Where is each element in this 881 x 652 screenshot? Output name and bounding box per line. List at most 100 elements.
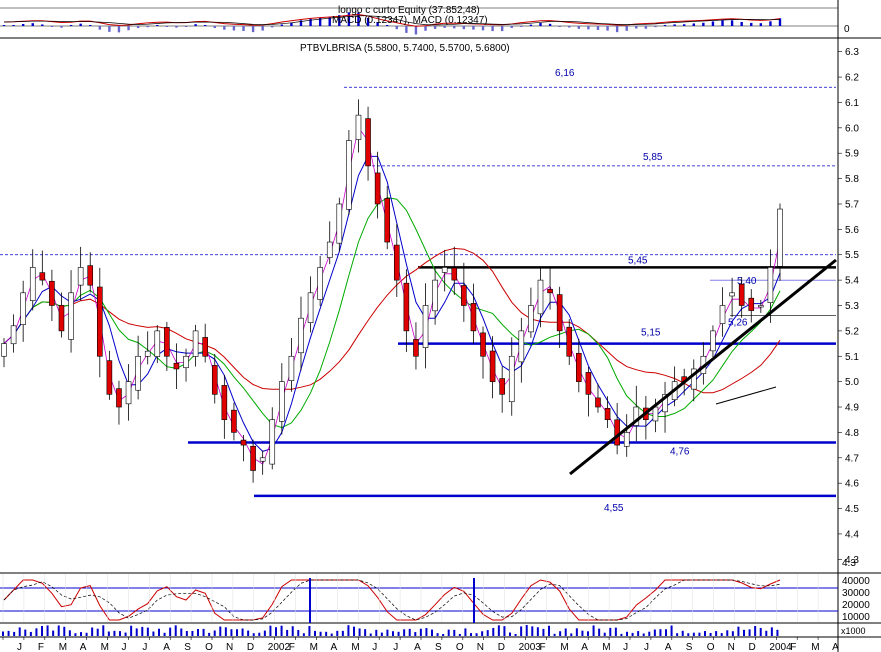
macd-bar [711, 21, 715, 26]
volume-bar [419, 628, 422, 636]
candle-body [288, 355, 295, 381]
x-tick-label: D [247, 642, 254, 652]
x-tick-label: 2002 [268, 642, 291, 652]
volume-bar [765, 630, 768, 636]
volume-bar [475, 633, 478, 636]
volume-bar [152, 631, 155, 636]
volume-bar [414, 632, 417, 636]
x-tick-label: M [101, 642, 109, 652]
x-tick-label: J [644, 642, 649, 652]
volume-bar [263, 630, 266, 636]
candle-body [39, 272, 46, 281]
volume-bar [291, 626, 294, 636]
macd-bar [500, 26, 504, 32]
level-label: 5,15 [641, 328, 661, 339]
x-tick-label: M [351, 642, 359, 652]
candle-body [422, 305, 429, 348]
volume-bar [737, 626, 740, 636]
volume-bar [709, 632, 712, 636]
candle-body [97, 286, 103, 357]
x-tick-label: J [17, 642, 22, 652]
volume-bar [146, 627, 149, 636]
volume-bar [24, 629, 27, 636]
stochastic-tick-label: 10000 [842, 612, 870, 623]
volume-bar [213, 630, 216, 636]
x-tick-label: D [498, 642, 505, 652]
volume-bar [698, 632, 701, 636]
price-tick-label: 6.2 [845, 73, 859, 84]
volume-bar [665, 629, 667, 636]
macd-subtitle: MACD (0.12347), MACD (0.12347) [332, 15, 488, 26]
volume-bar [41, 626, 43, 636]
stochastic-tick-label: 20000 [842, 600, 870, 611]
price-tick-label: 5.6 [845, 225, 859, 236]
volume-bar [653, 629, 656, 636]
macd-bar [587, 26, 590, 30]
candle-body [68, 292, 74, 340]
candle-body [144, 350, 151, 357]
volume-bar [743, 629, 745, 636]
volume-bar [531, 626, 534, 636]
volume-bar [174, 625, 177, 636]
candle-body [164, 327, 170, 357]
candle-body [87, 265, 94, 286]
price-tick-label: 6.1 [845, 98, 859, 109]
macd-bar [184, 26, 188, 27]
candle-body [10, 325, 17, 345]
volume-bar [130, 625, 133, 636]
volume-bar [564, 628, 567, 636]
volume-bar [486, 630, 489, 636]
volume-bar [609, 627, 612, 636]
candle-body [738, 283, 745, 306]
candle-body [231, 409, 237, 433]
volume-bar [403, 629, 406, 636]
candle-body [317, 267, 323, 300]
price-tick-label: 5.7 [845, 199, 859, 210]
volume-bar [631, 632, 634, 636]
volume-bar [364, 629, 367, 636]
candle-body [719, 305, 726, 324]
macd-bar [596, 26, 600, 30]
volume-bar [514, 633, 517, 636]
macd-bar [730, 20, 734, 26]
price-tick-label: 4.8 [845, 428, 859, 439]
level-label: 5,45 [628, 255, 648, 266]
volume-bar [275, 627, 277, 636]
candle-body [710, 330, 716, 352]
volume-bar [119, 631, 121, 636]
macd-bar [117, 26, 121, 33]
volume-bar [336, 630, 339, 636]
volume-bar [681, 630, 684, 636]
price-tick-label: 5.9 [845, 149, 859, 160]
candle-body [576, 352, 582, 382]
volume-bar [91, 627, 94, 636]
price-tick-label: 4.6 [845, 479, 859, 490]
candle-body [585, 372, 592, 395]
volume-bar [492, 627, 495, 636]
macd-bar [136, 26, 140, 29]
macd-bar [721, 20, 724, 26]
volume-bar [135, 628, 138, 636]
volume-bar [63, 626, 66, 636]
x-tick-label: N [477, 642, 484, 652]
x-tick-label: O [456, 642, 464, 652]
volume-bar [314, 630, 316, 636]
candle-body [269, 419, 276, 465]
volume-bar [559, 631, 562, 636]
candle-body [259, 457, 266, 462]
volume-bar [35, 628, 38, 636]
volume-bar [509, 632, 511, 636]
candle-body [528, 305, 534, 333]
volume-bar [592, 625, 595, 636]
x-tick-label: A [832, 642, 839, 652]
volume-bar [96, 628, 99, 636]
price-tick-label: 5.5 [845, 250, 859, 261]
x-tick-label: J [142, 642, 147, 652]
macd-bar [769, 21, 772, 26]
volume-bar [614, 627, 617, 636]
macd-bar [223, 26, 226, 30]
volume-bar [341, 630, 344, 636]
volume-bar [113, 630, 116, 636]
volume-bar [46, 625, 49, 636]
candle-body [20, 292, 26, 325]
